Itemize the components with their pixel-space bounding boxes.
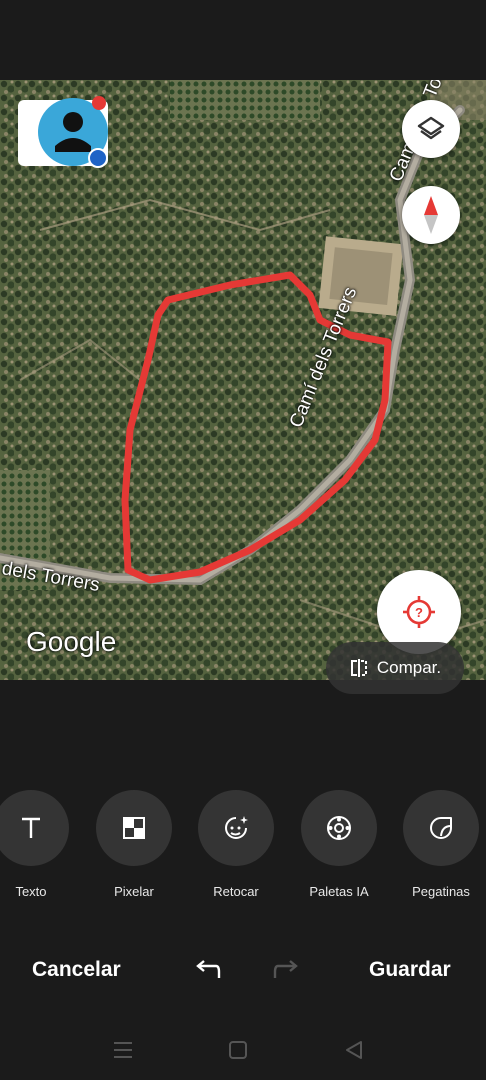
palette-icon: [327, 816, 351, 840]
retouch-icon: [225, 816, 248, 839]
layers-button[interactable]: [402, 100, 460, 158]
menu-nav-button[interactable]: [112, 1040, 134, 1065]
shield-badge-icon: [88, 148, 108, 168]
tool-retouch-button[interactable]: [198, 790, 274, 866]
layers-icon: [417, 116, 445, 140]
tool-pixelate-button[interactable]: [96, 790, 172, 866]
cancel-button[interactable]: Cancelar: [32, 958, 121, 982]
location-unknown-icon: ?: [403, 596, 435, 628]
save-button[interactable]: Guardar: [369, 958, 451, 982]
notification-dot: [92, 96, 106, 110]
compare-label: Compar.: [376, 658, 442, 677]
tool-retouch[interactable]: Retocar: [197, 790, 275, 899]
undo-button[interactable]: [192, 958, 222, 984]
back-icon: [346, 1041, 362, 1059]
avatar-card[interactable]: [18, 96, 108, 168]
tool-sticker-button[interactable]: [403, 790, 479, 866]
tool-palette[interactable]: Paletas IA: [300, 790, 378, 899]
svg-text:?: ?: [415, 605, 423, 620]
tool-label: Pixelar: [114, 884, 154, 899]
map-image[interactable]: dels Torrers Camí dels Torrers Camí dels…: [0, 80, 486, 680]
compass-button[interactable]: [402, 186, 460, 244]
tool-label: Retocar: [213, 884, 259, 899]
google-logo: Google: [26, 626, 117, 657]
text-icon: [22, 817, 40, 838]
compass-icon: [424, 196, 438, 234]
tool-pixelate[interactable]: Pixelar: [95, 790, 173, 899]
home-icon: [229, 1041, 247, 1059]
compare-button[interactable]: Compar.: [326, 642, 464, 694]
home-nav-button[interactable]: [228, 1040, 248, 1065]
tool-text-button[interactable]: [0, 790, 69, 866]
back-nav-button[interactable]: [344, 1040, 364, 1065]
compare-icon: [350, 659, 367, 677]
redo-icon: [273, 960, 298, 978]
undo-icon: [196, 960, 221, 978]
redo-button[interactable]: [272, 958, 302, 984]
pixelate-icon: [123, 817, 145, 839]
tool-text[interactable]: Texto: [0, 790, 70, 899]
tool-label: Texto: [15, 884, 47, 899]
tool-palette-button[interactable]: [301, 790, 377, 866]
menu-icon: [114, 1042, 132, 1058]
tool-label: Paletas IA: [309, 884, 369, 899]
tool-label: Pegatinas: [412, 884, 470, 899]
tool-sticker[interactable]: Pegatinas: [402, 790, 480, 899]
sticker-icon: [430, 817, 452, 839]
